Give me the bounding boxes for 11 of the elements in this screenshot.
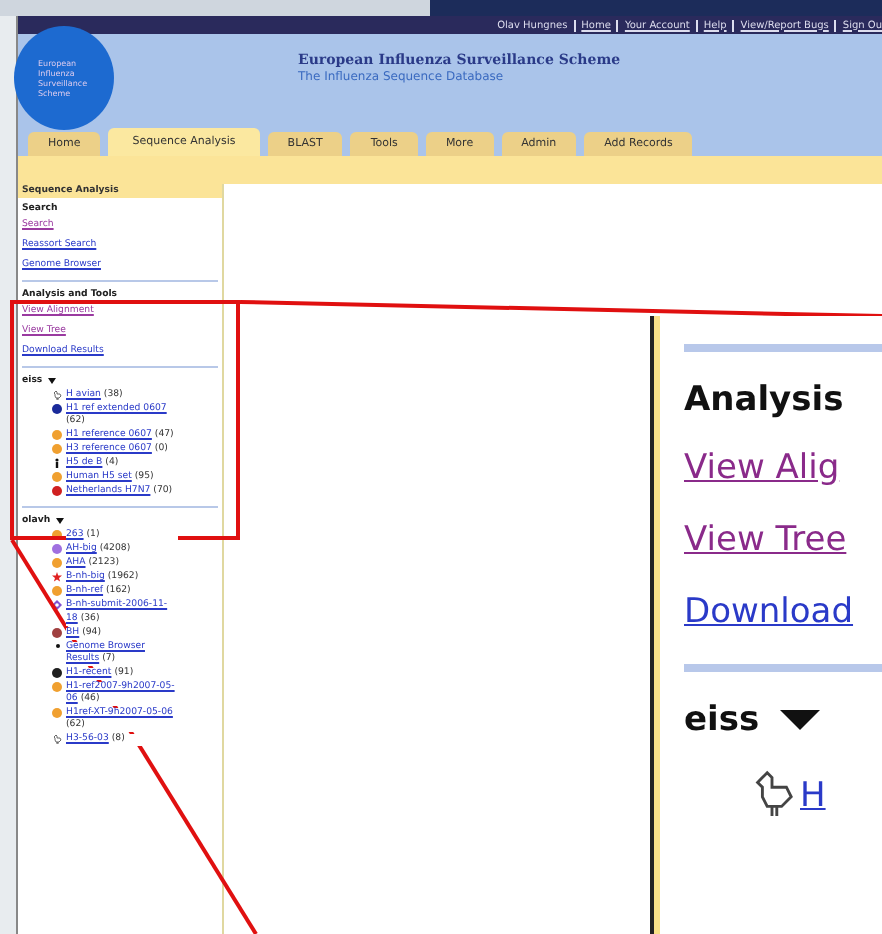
star-icon — [52, 572, 62, 583]
group-name: eiss — [684, 700, 760, 740]
caret-icon[interactable] — [779, 710, 820, 730]
caret-icon[interactable] — [56, 518, 65, 525]
caret-icon[interactable] — [48, 378, 57, 384]
sidebar-link[interactable]: Download — [684, 592, 882, 632]
diamond-icon — [52, 600, 62, 611]
sidebar-link[interactable]: View Tree — [684, 520, 882, 560]
section-heading: Analysis — [684, 380, 846, 420]
sidebar-link[interactable]: View Alig — [684, 448, 882, 488]
group-link[interactable]: H — [800, 776, 826, 816]
